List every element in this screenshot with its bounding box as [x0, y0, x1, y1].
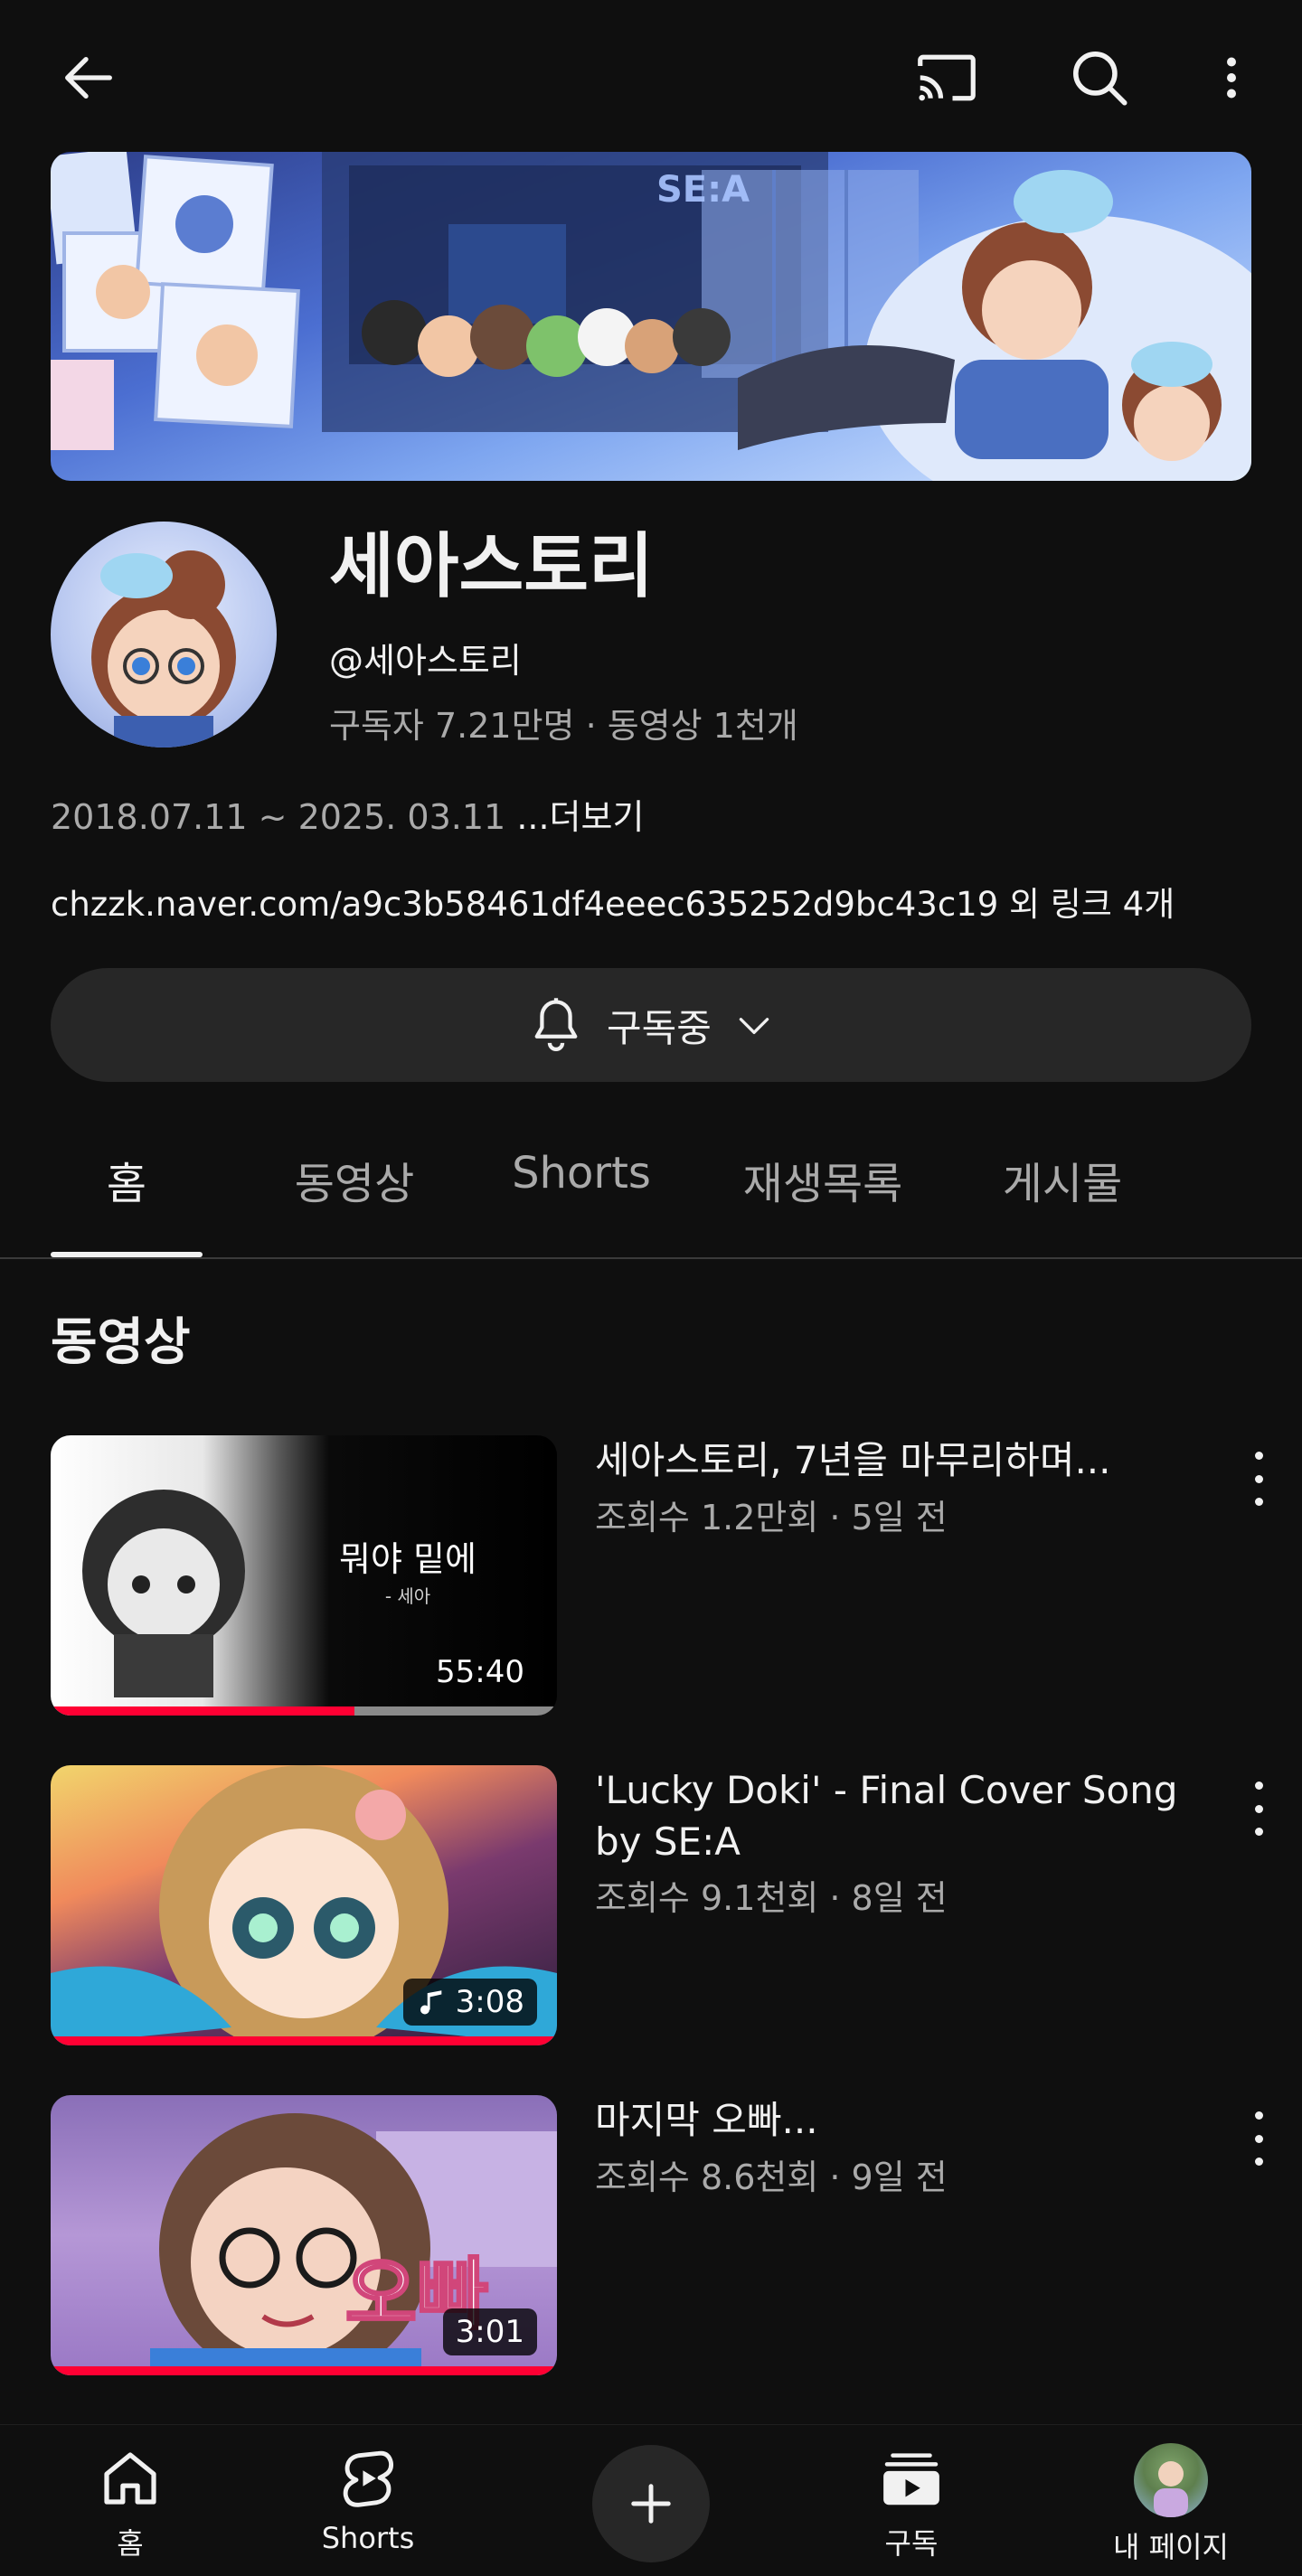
- duration-badge: 3:08: [402, 1979, 537, 2026]
- channel-avatar[interactable]: [51, 522, 277, 747]
- video-more-button[interactable]: [1241, 1782, 1277, 1836]
- channel-banner: SE:A: [51, 152, 1251, 481]
- chevron-down-icon: [739, 1018, 769, 1034]
- video-meta: 조회수 9.1천회 · 8일 전: [595, 1878, 948, 1918]
- active-tab-indicator: [51, 1252, 203, 1257]
- video-thumbnail[interactable]: 3:08: [51, 1765, 557, 2045]
- plus-icon: [631, 2484, 671, 2524]
- duration-badge: 3:01: [442, 2308, 537, 2355]
- duration-text: 3:08: [455, 1984, 524, 2020]
- video-thumbnail[interactable]: 뭐야 밑에 - 세아 55:40: [51, 1435, 557, 1716]
- channel-description[interactable]: 2018.07.11 ~ 2025. 03.11 ...더보기: [51, 789, 644, 839]
- dot: [1254, 1474, 1263, 1483]
- video-more-button[interactable]: [1241, 2111, 1277, 2166]
- channel-handle: @세아스토리: [329, 641, 522, 681]
- duration-text: 55:40: [436, 1654, 524, 1690]
- dot: [1254, 1828, 1263, 1836]
- top-app-bar: [0, 0, 1302, 152]
- thumbnail-text: 뭐야 밑에: [339, 1539, 476, 1579]
- channel-name: 세아스토리: [329, 526, 654, 607]
- back-button[interactable]: [51, 40, 127, 116]
- dot: [1254, 1782, 1263, 1790]
- nav-label: 내 페이지: [1113, 2530, 1229, 2564]
- tab-posts[interactable]: 게시물: [976, 1148, 1148, 1211]
- more-vertical-icon: [1227, 57, 1236, 99]
- dot: [1254, 1804, 1263, 1813]
- watch-progress-bar: [51, 2366, 557, 2375]
- cast-button[interactable]: [909, 40, 985, 116]
- video-title[interactable]: 'Lucky Doki' - Final Cover Song by SE:A: [595, 1765, 1192, 1867]
- bottom-navigation: 홈 Shorts 구독 내 페이지: [0, 2424, 1302, 2576]
- profile-illustration: [1154, 2461, 1188, 2517]
- nav-label: Shorts: [321, 2521, 415, 2555]
- nav-subscriptions[interactable]: 구독: [821, 2443, 1002, 2562]
- channel-tabs: 홈 동영상 Shorts 재생목록 게시물: [0, 1112, 1302, 1259]
- create-button[interactable]: [592, 2445, 710, 2562]
- avatar-icon: [1134, 2443, 1208, 2517]
- avatar-illustration: [91, 550, 236, 747]
- tab-home[interactable]: 홈: [51, 1148, 203, 1211]
- tab-shorts[interactable]: Shorts: [495, 1148, 667, 1199]
- banner-illustration: SE:A: [51, 152, 1251, 481]
- watch-progress-bar: [51, 2036, 557, 2045]
- video-meta: 조회수 8.6천회 · 9일 전: [595, 2158, 948, 2197]
- more-options-button[interactable]: [1194, 40, 1269, 116]
- tab-videos[interactable]: 동영상: [271, 1148, 438, 1211]
- subscriptions-icon: [883, 2453, 939, 2505]
- dot: [1254, 2111, 1263, 2120]
- nav-label: 홈: [117, 2526, 144, 2561]
- nav-shorts[interactable]: Shorts: [278, 2443, 458, 2555]
- tab-playlists[interactable]: 재생목록: [723, 1148, 922, 1211]
- back-arrow-icon: [65, 56, 112, 99]
- video-title[interactable]: 마지막 오빠...: [595, 2095, 1192, 2147]
- video-item[interactable]: 오빠 3:01 마지막 오빠... 조회수 8.6천회 · 9일 전: [0, 2095, 1302, 2384]
- video-meta: 조회수 1.2만회 · 5일 전: [595, 1498, 948, 1537]
- nav-label: 구독: [884, 2526, 939, 2561]
- video-item[interactable]: 뭐야 밑에 - 세아 55:40 세아스토리, 7년을 마무리하며... 조회수…: [0, 1435, 1302, 1725]
- nav-home[interactable]: 홈: [40, 2443, 221, 2562]
- home-icon: [104, 2452, 156, 2505]
- shorts-icon: [343, 2450, 394, 2507]
- banner-logo: SE:A: [656, 169, 750, 211]
- dot: [1254, 1452, 1263, 1460]
- search-icon: [1073, 52, 1127, 106]
- video-title[interactable]: 세아스토리, 7년을 마무리하며...: [595, 1435, 1192, 1487]
- channel-dates: 2018.07.11 ~ 2025. 03.11: [51, 797, 517, 837]
- dot: [1254, 2158, 1263, 2166]
- channel-stats: 구독자 7.21만명 · 동영상 1천개: [329, 706, 798, 746]
- nav-my-page[interactable]: 내 페이지: [1080, 2443, 1261, 2566]
- search-button[interactable]: [1061, 40, 1137, 116]
- watch-progress-bar: [51, 1706, 354, 1716]
- subscribed-label: 구독중: [607, 1005, 712, 1050]
- video-thumbnail[interactable]: 오빠 3:01: [51, 2095, 557, 2375]
- duration-text: 3:01: [455, 2314, 524, 2350]
- thumbnail-subtext: - 세아: [385, 1585, 430, 1607]
- video-more-button[interactable]: [1241, 1452, 1277, 1506]
- dot: [1254, 2134, 1263, 2143]
- channel-links[interactable]: chzzk.naver.com/a9c3b58461df4eeec635252d…: [51, 877, 1175, 926]
- video-item[interactable]: 3:08 'Lucky Doki' - Final Cover Song by …: [0, 1765, 1302, 2054]
- more-link[interactable]: ...더보기: [516, 797, 644, 837]
- cast-icon: [918, 54, 976, 101]
- section-title[interactable]: 동영상: [51, 1302, 191, 1375]
- bell-icon: [534, 998, 578, 1051]
- music-note-icon: [420, 1990, 441, 2015]
- subscribed-button[interactable]: 구독중: [51, 968, 1251, 1082]
- dot: [1254, 1498, 1263, 1506]
- duration-badge: 55:40: [423, 1649, 537, 1696]
